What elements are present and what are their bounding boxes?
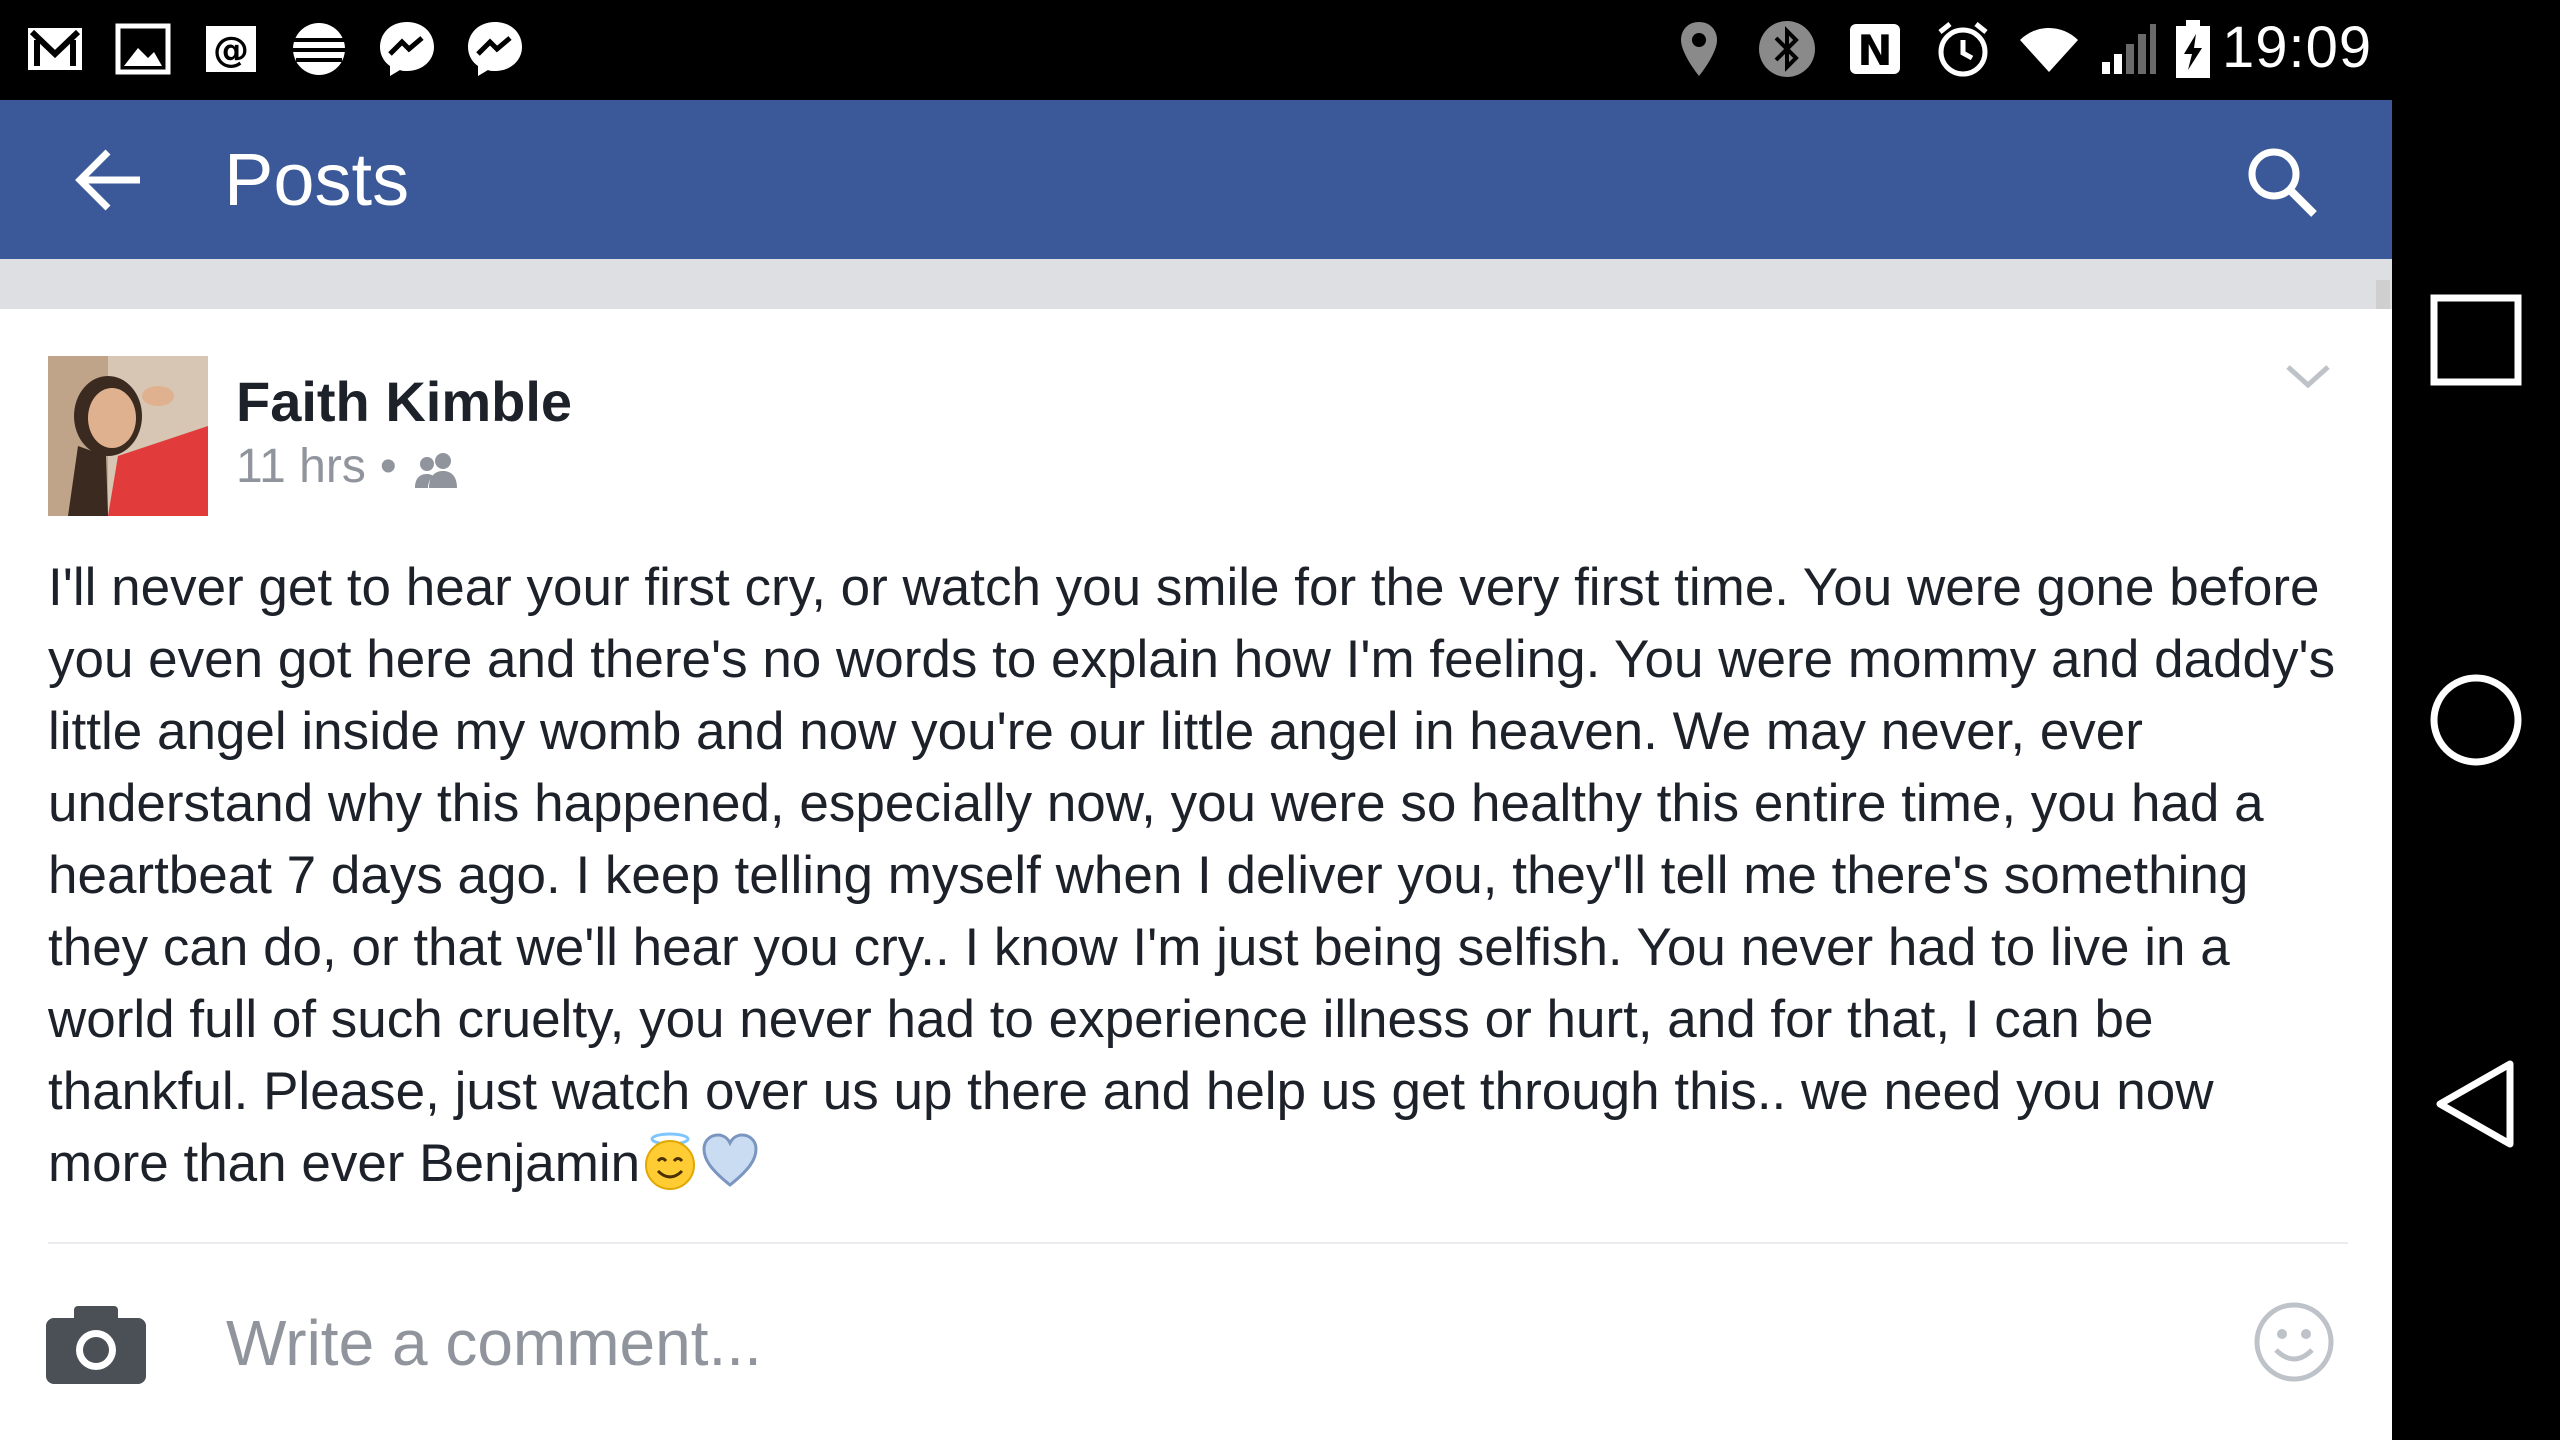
blue-heart-emoji: [700, 1131, 760, 1191]
post-text: I'll never get to hear your first cry, o…: [48, 558, 2336, 1193]
avatar[interactable]: [48, 356, 208, 516]
gallery-icon: [112, 18, 174, 80]
nfc-icon: N: [1844, 18, 1906, 80]
messenger-icon: [464, 18, 526, 80]
chevron-down-icon[interactable]: [2282, 357, 2334, 397]
meta-separator: •: [379, 440, 397, 493]
status-bar: @ N 19:09: [0, 0, 2392, 100]
home-icon[interactable]: [2426, 670, 2526, 770]
svg-text:N: N: [1857, 26, 1892, 75]
clock: 19:09: [2222, 15, 2373, 80]
email-icon: @: [200, 18, 262, 80]
post-meta: 11 hrs •: [236, 439, 463, 494]
post-card: Faith Kimble 11 hrs • I'll never get to …: [0, 309, 2392, 1244]
messenger-icon: [376, 18, 438, 80]
navigation-bar: [2392, 0, 2560, 1440]
feed-separator: [0, 259, 2392, 309]
alarm-icon: [1932, 18, 1994, 80]
page-title: Posts: [224, 138, 410, 221]
gmail-icon: [24, 18, 86, 80]
battery-charging-icon: [2168, 18, 2218, 80]
arrow-back-icon[interactable]: [70, 140, 150, 220]
signal-icon: [2096, 18, 2158, 80]
smiley-icon[interactable]: [2252, 1300, 2336, 1384]
bluetooth-icon: [1756, 18, 1818, 80]
post-body: I'll never get to hear your first cry, o…: [48, 552, 2348, 1200]
search-icon[interactable]: [2240, 140, 2324, 224]
app-bar: Posts: [0, 100, 2392, 259]
location-icon: [1668, 18, 1730, 80]
camera-icon[interactable]: [44, 1302, 148, 1386]
comment-bar: [0, 1246, 2392, 1440]
svg-text:@: @: [213, 30, 249, 71]
back-icon[interactable]: [2426, 1054, 2526, 1154]
friends-icon: [411, 447, 463, 488]
divider: [48, 1242, 2348, 1244]
comment-input[interactable]: [224, 1292, 2128, 1394]
att-icon: [288, 18, 350, 80]
post-author[interactable]: Faith Kimble: [236, 369, 572, 434]
recents-icon[interactable]: [2426, 290, 2526, 390]
post-time[interactable]: 11 hrs: [236, 439, 366, 494]
wifi-icon: [2018, 18, 2080, 80]
angel-emoji: [640, 1131, 700, 1191]
